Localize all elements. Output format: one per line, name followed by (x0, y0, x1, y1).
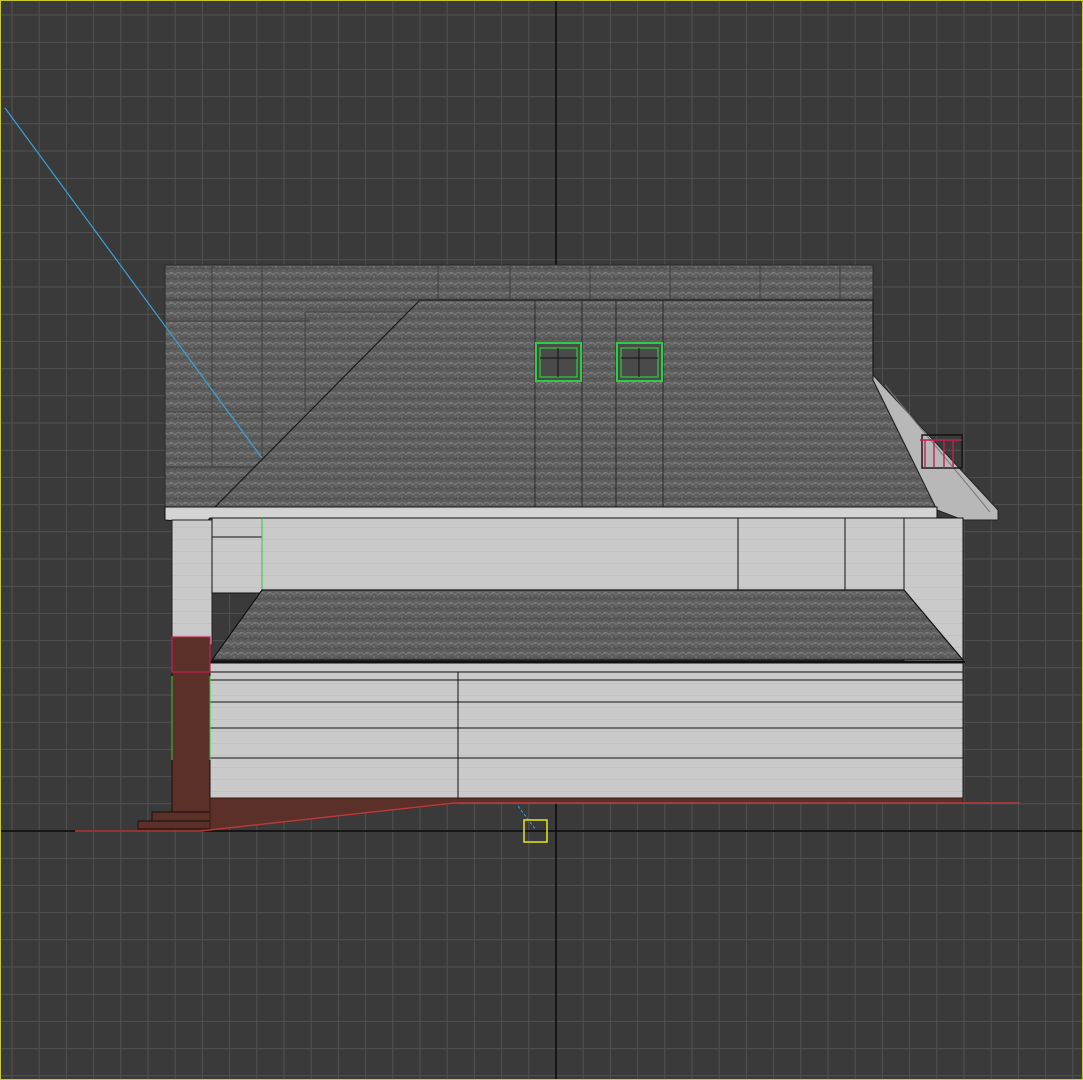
target-line (517, 805, 537, 831)
front-viewport[interactable] (0, 0, 1083, 1080)
left-side-wall[interactable] (171, 519, 213, 646)
brick-column-cap (171, 636, 211, 673)
porch-roof[interactable] (210, 589, 965, 661)
entry-steps[interactable] (137, 811, 211, 830)
dormer-window-right[interactable] (616, 342, 663, 382)
house-model[interactable] (137, 264, 999, 831)
dormer-window-left[interactable] (535, 342, 582, 382)
ground-floor-wall[interactable] (209, 662, 964, 799)
upper-wall[interactable] (211, 517, 963, 594)
